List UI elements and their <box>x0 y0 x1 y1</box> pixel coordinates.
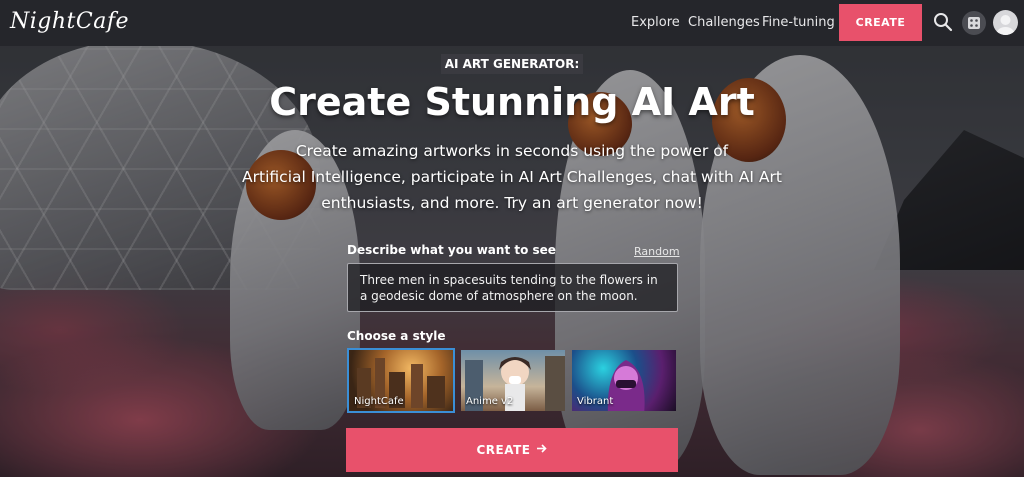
prompt-label: Describe what you want to see <box>347 243 556 257</box>
create-button-label: CREATE <box>476 443 531 457</box>
nav-create-button[interactable]: CREATE <box>839 4 922 41</box>
nav-link-fine-tuning[interactable]: Fine-tuning <box>762 15 835 30</box>
hero-subtitle-line: enthusiasts, and more. Try an art genera… <box>321 194 703 212</box>
style-card-anime-v2[interactable]: Anime v2 <box>459 348 567 413</box>
hero-subtitle: Create amazing artworks in seconds using… <box>232 138 792 216</box>
style-name: Anime v2 <box>466 396 514 407</box>
style-name: NightCafe <box>354 396 404 407</box>
style-label: Choose a style <box>347 329 446 343</box>
style-name: Vibrant <box>577 396 614 407</box>
nav-link-challenges[interactable]: Challenges <box>688 15 760 30</box>
nightcafe-logo[interactable]: NightCafe <box>10 9 129 34</box>
random-prompt-link[interactable]: Random <box>634 245 680 258</box>
user-avatar[interactable] <box>993 10 1018 35</box>
style-card-nightcafe[interactable]: NightCafe <box>347 348 455 413</box>
dice-icon[interactable] <box>962 11 986 35</box>
prompt-input[interactable]: Three men in spacesuits tending to the f… <box>347 263 678 312</box>
search-icon[interactable] <box>933 12 953 32</box>
hero-badge: AI ART GENERATOR: <box>441 54 583 74</box>
style-card-vibrant[interactable]: Vibrant <box>570 348 678 413</box>
hero-subtitle-line: Artificial Intelligence, participate in … <box>242 168 782 186</box>
hero-subtitle-line: Create amazing artworks in seconds using… <box>295 142 729 160</box>
hero-title: Create Stunning AI Art <box>269 80 755 124</box>
create-button[interactable]: CREATE <box>346 428 678 472</box>
arrow-right-icon <box>536 443 548 457</box>
top-navbar: NightCafe Explore Challenges Fine-tuning… <box>0 0 1024 46</box>
nav-link-explore[interactable]: Explore <box>631 15 680 30</box>
